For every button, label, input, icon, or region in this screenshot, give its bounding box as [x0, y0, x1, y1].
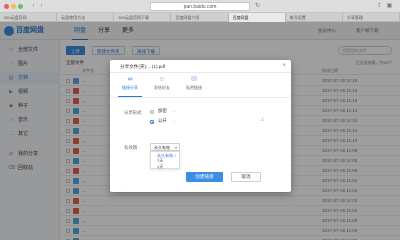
tab-label: 链接分享 [122, 85, 138, 90]
browser-titlebar: ‹ › pan.baidu.com ↻ ⇪ ▣ [0, 0, 400, 13]
friend-icon: ☺ [158, 76, 166, 83]
radio-public-label[interactable]: 公开 [158, 117, 167, 124]
share-icon[interactable]: ⇪ [376, 3, 383, 10]
divider [110, 97, 291, 98]
radio-encrypted[interactable] [150, 110, 154, 114]
validity-select-value: 永久有效 [154, 145, 170, 150]
validity-label: 有效期 [124, 145, 138, 150]
browser-tab[interactable]: 360云盘官网 [0, 13, 58, 22]
option-label: 7天 [157, 158, 164, 163]
browser-tab-strip: 360云盘官网 云盘使用方法 360云盘官网下载 百度网盘介绍 百度网盘 帐号设… [0, 13, 400, 22]
back-icon[interactable]: ‹ [30, 3, 37, 10]
browser-tab[interactable]: 分享管理 [343, 13, 400, 22]
browser-tab[interactable]: 百度网盘介绍 [171, 13, 229, 22]
lock-icon: ✉ [191, 76, 197, 83]
browser-tab[interactable]: 360云盘官网下载 [114, 13, 172, 22]
validity-dropdown: 永久有效 ✓ 7天 1天 [150, 151, 180, 169]
close-icon[interactable]: × [282, 63, 286, 70]
share-dialog-header: 分享文件(夹):…(1).pdf × [110, 60, 291, 73]
tab-label: 发给好友 [154, 85, 170, 90]
radio-public-desc: … [172, 118, 176, 123]
browser-window: ‹ › pan.baidu.com ↻ ⇪ ▣ 360云盘官网 云盘使用方法 3… [0, 0, 400, 240]
forward-icon[interactable]: › [38, 3, 45, 10]
tab-send-to-friend[interactable]: ☺ 发给好友 [147, 75, 177, 95]
create-link-button[interactable]: 创建链接 [186, 172, 223, 182]
cancel-button[interactable]: 取消 [231, 172, 261, 182]
validity-select[interactable]: 永久有效 ▾ [150, 143, 180, 151]
browser-tab[interactable]: 云盘使用方法 [57, 13, 115, 22]
radio-encrypted-label[interactable]: 加密 [158, 107, 167, 114]
tab-link-share[interactable]: ∞ 链接分享 [115, 75, 145, 95]
address-bar[interactable]: pan.baidu.com [150, 2, 250, 11]
share-dialog-title: 分享文件(夹):…(1).pdf [120, 64, 166, 69]
browser-tab-active[interactable]: 百度网盘 [228, 13, 286, 22]
browser-tab[interactable]: 帐号设置 [286, 13, 343, 22]
tabs-overview-icon[interactable]: ▣ [386, 3, 393, 10]
link-icon: ∞ [127, 76, 133, 83]
option-label: 永久有效 [157, 152, 173, 158]
option-label: 1天 [157, 163, 164, 169]
tab-label: 私密链接 [186, 85, 202, 90]
zoom-window-button[interactable] [18, 4, 23, 9]
share-form-label: 分享形式 [124, 110, 142, 115]
share-footnote: … [124, 185, 128, 189]
warning-icon: ⚠ [260, 117, 265, 123]
minimize-window-button[interactable] [11, 4, 16, 9]
tab-private-link[interactable]: ✉ 私密链接 [179, 75, 209, 95]
close-window-button[interactable] [4, 4, 9, 9]
validity-option-1day[interactable]: 1天 [151, 164, 179, 170]
share-dialog: 分享文件(夹):…(1).pdf × ∞ 链接分享 ☺ 发给好友 ✉ 私密链接 … [110, 60, 291, 192]
chevron-down-icon: ▾ [174, 145, 177, 150]
radio-encrypted-desc: … [172, 108, 176, 113]
radio-public[interactable] [150, 120, 154, 124]
reload-icon[interactable]: ↻ [254, 3, 261, 10]
